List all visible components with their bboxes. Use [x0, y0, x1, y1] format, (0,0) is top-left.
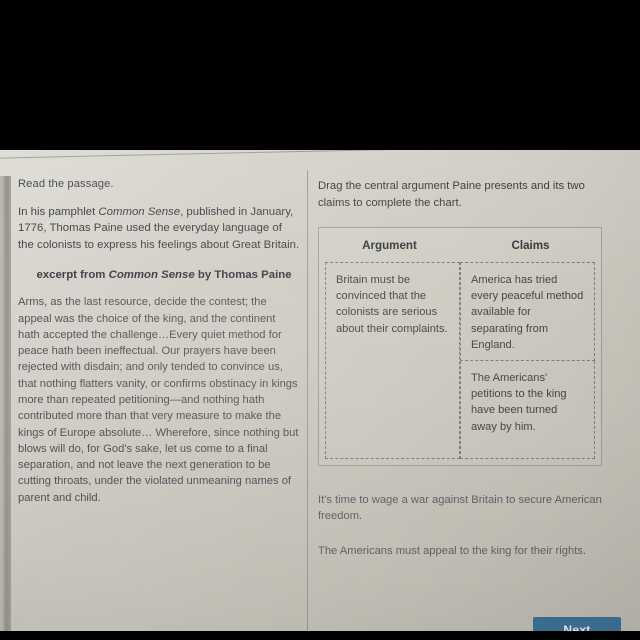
excerpt-heading-title: Common Sense [108, 269, 195, 282]
intro-pamphlet-title: Common Sense [98, 206, 181, 218]
pane-divider [307, 170, 308, 631]
intro-text-before: In his pamphlet [18, 206, 99, 218]
dropzone-claim-1[interactable]: America has tried every peaceful method … [460, 262, 595, 361]
read-passage-instruction: Read the passage. [18, 178, 114, 190]
column-header-argument: Argument [362, 238, 417, 252]
dropzone-claim-2[interactable]: The Americans' petitions to the king hav… [460, 361, 595, 459]
argument-claims-chart: Argument Claims Britain must be convince… [318, 227, 602, 466]
chart-body: Britain must be convinced that the colon… [319, 262, 601, 465]
excerpt-heading-before: excerpt from [36, 269, 109, 282]
letterbox-bottom [0, 631, 640, 640]
excerpt-heading-after: by Thomas Paine [194, 269, 292, 282]
claims-column: America has tried every peaceful method … [460, 262, 595, 459]
passage-intro: In his pamphlet Common Sense, published … [18, 204, 300, 253]
passage-scrollbar[interactable] [3, 176, 11, 631]
chart-header-row: Argument Claims [319, 228, 601, 262]
excerpt-body-text: Arms, as the last resource, decide the c… [18, 296, 299, 504]
excerpt-heading: excerpt from Common Sense by Thomas Pain… [18, 269, 300, 281]
passage-pane: Read the passage. In his pamphlet Common… [18, 178, 300, 506]
drag-instruction: Drag the central argument Paine presents… [318, 180, 585, 209]
question-pane: Drag the central argument Paine presents… [318, 178, 618, 577]
photographed-page: Read the passage. In his pamphlet Common… [0, 150, 640, 631]
column-header-claims: Claims [511, 238, 550, 252]
draggable-option-1[interactable]: It's time to wage a war against Britain … [318, 492, 608, 525]
draggable-options-list: It's time to wage a war against Britain … [318, 492, 608, 559]
draggable-option-2[interactable]: The Americans must appeal to the king fo… [318, 543, 608, 559]
dropzone-argument[interactable]: Britain must be convinced that the colon… [325, 262, 460, 459]
letterbox-top [0, 0, 640, 150]
argument-column: Britain must be convinced that the colon… [325, 262, 460, 459]
screenshot-root: Read the passage. In his pamphlet Common… [0, 0, 640, 640]
